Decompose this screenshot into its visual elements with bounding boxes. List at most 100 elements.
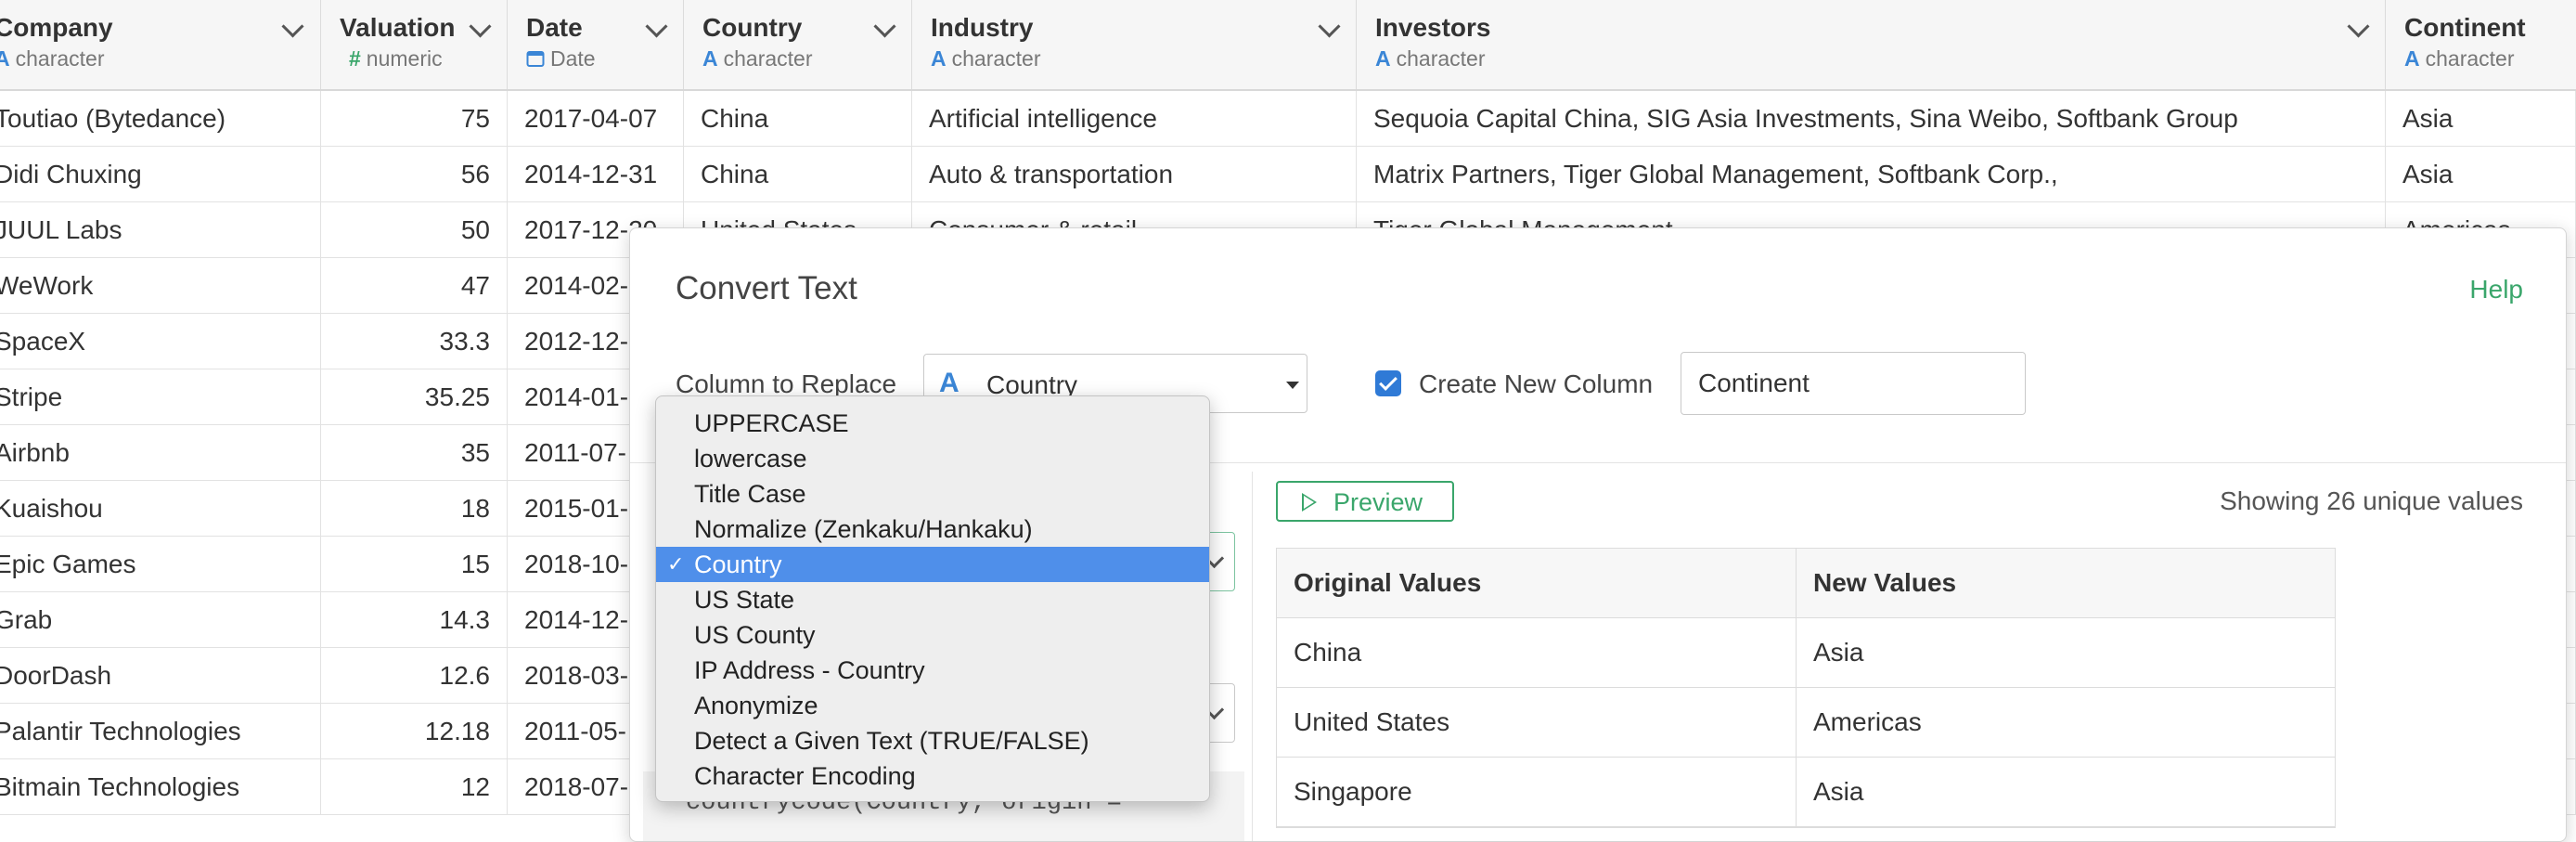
- conversion-type-menu: UPPERCASE lowercase Title Case Normalize…: [655, 395, 1210, 802]
- menu-item-label: Country: [694, 551, 782, 578]
- character-type-icon: A: [1375, 46, 1391, 71]
- cell-company[interactable]: Stripe: [0, 369, 321, 424]
- cell-investors[interactable]: Sequoia Capital China, SIG Asia Investme…: [1357, 91, 2386, 146]
- cell-valuation[interactable]: 56: [321, 147, 508, 201]
- menu-item-us-county[interactable]: US County: [656, 617, 1209, 653]
- character-type-icon: A: [702, 46, 718, 71]
- column-header-industry[interactable]: Industry Acharacter: [912, 0, 1357, 89]
- chevron-down-icon[interactable]: [1318, 15, 1341, 38]
- character-type-icon: A: [939, 368, 960, 398]
- cell-company[interactable]: Epic Games: [0, 537, 321, 591]
- column-header-investors[interactable]: Investors Acharacter: [1357, 0, 2386, 89]
- cell-company[interactable]: Bitmain Technologies: [0, 759, 321, 814]
- menu-item-anonymize[interactable]: Anonymize: [656, 688, 1209, 723]
- cell-country[interactable]: China: [684, 147, 912, 201]
- pane-divider: [1252, 472, 1253, 841]
- create-new-column-checkbox[interactable]: [1375, 370, 1401, 396]
- column-name: Date: [526, 13, 583, 42]
- menu-item-title-case[interactable]: Title Case: [656, 476, 1209, 512]
- column-type: Acharacter: [1375, 46, 1486, 71]
- cell-company[interactable]: SpaceX: [0, 314, 321, 369]
- cell-investors[interactable]: Matrix Partners, Tiger Global Management…: [1357, 147, 2386, 201]
- column-header-valuation[interactable]: Valuation # numeric: [321, 0, 508, 89]
- dialog-title: Convert Text: [676, 270, 857, 306]
- cell-valuation[interactable]: 75: [321, 91, 508, 146]
- original-value: Singapore: [1277, 758, 1797, 826]
- cell-valuation[interactable]: 14.3: [321, 592, 508, 647]
- cell-continent[interactable]: Asia: [2386, 91, 2576, 146]
- grid-header: Company Acharacter Valuation # numeric Da…: [0, 0, 2576, 91]
- column-name: Continent: [2404, 13, 2526, 42]
- cell-valuation[interactable]: 15: [321, 537, 508, 591]
- new-value: Asia: [1813, 777, 1864, 806]
- cell-company[interactable]: Didi Chuxing: [0, 147, 321, 201]
- cell-date[interactable]: 2017-04-07: [508, 91, 684, 146]
- column-header-company[interactable]: Company Acharacter: [0, 0, 321, 89]
- preview-table: Original Values New Values China Asia Un…: [1276, 548, 2336, 828]
- chevron-down-icon[interactable]: [281, 15, 304, 38]
- column-header-country[interactable]: Country Acharacter: [684, 0, 912, 89]
- column-type: Acharacter: [931, 46, 1041, 71]
- column-header-continent[interactable]: Continent Acharacter: [2386, 0, 2576, 89]
- chevron-down-icon[interactable]: [2347, 15, 2370, 38]
- new-column-name-input[interactable]: [1681, 352, 2026, 415]
- column-header-date[interactable]: Date Date: [508, 0, 684, 89]
- chevron-down-icon[interactable]: [873, 15, 896, 38]
- cell-valuation[interactable]: 47: [321, 258, 508, 313]
- cell-valuation[interactable]: 12.18: [321, 704, 508, 758]
- menu-item-character-encoding[interactable]: Character Encoding: [656, 758, 1209, 794]
- menu-item-detect-text[interactable]: Detect a Given Text (TRUE/FALSE): [656, 723, 1209, 758]
- column-name: Industry: [931, 13, 1034, 42]
- cell-valuation[interactable]: 18: [321, 481, 508, 536]
- chevron-down-icon[interactable]: [469, 15, 492, 38]
- column-type: Date: [526, 46, 596, 71]
- preview-table-header: Original Values New Values: [1277, 549, 2335, 618]
- cell-company[interactable]: DoorDash: [0, 648, 321, 703]
- original-value: China: [1277, 618, 1797, 687]
- header-new-values: New Values: [1813, 568, 1957, 597]
- cell-valuation[interactable]: 33.3: [321, 314, 508, 369]
- menu-item-lowercase[interactable]: lowercase: [656, 441, 1209, 476]
- column-name: Country: [702, 13, 803, 42]
- menu-item-uppercase[interactable]: UPPERCASE: [656, 406, 1209, 441]
- cell-valuation[interactable]: 35.25: [321, 369, 508, 424]
- cell-industry[interactable]: Artificial intelligence: [912, 91, 1357, 146]
- cell-valuation[interactable]: 12.6: [321, 648, 508, 703]
- column-type: # numeric: [349, 46, 443, 71]
- character-type-icon: A: [931, 46, 947, 71]
- checkmark-icon: ✓: [667, 552, 685, 576]
- new-value: Americas: [1813, 707, 1922, 736]
- cell-company[interactable]: WeWork: [0, 258, 321, 313]
- cell-company[interactable]: Palantir Technologies: [0, 704, 321, 758]
- cell-date[interactable]: 2014-12-31: [508, 147, 684, 201]
- cell-valuation[interactable]: 35: [321, 425, 508, 480]
- create-new-column-label: Create New Column: [1419, 369, 1654, 398]
- caret-down-icon: [1286, 382, 1299, 389]
- cell-company[interactable]: Kuaishou: [0, 481, 321, 536]
- menu-item-normalize[interactable]: Normalize (Zenkaku/Hankaku): [656, 512, 1209, 547]
- cell-country[interactable]: China: [684, 91, 912, 146]
- cell-company[interactable]: JUUL Labs: [0, 202, 321, 257]
- cell-company[interactable]: Airbnb: [0, 425, 321, 480]
- menu-item-ip-address-country[interactable]: IP Address - Country: [656, 653, 1209, 688]
- cell-industry[interactable]: Auto & transportation: [912, 147, 1357, 201]
- header-original-values: Original Values: [1277, 549, 1797, 617]
- column-name: Valuation: [340, 13, 456, 42]
- cell-continent[interactable]: Asia: [2386, 147, 2576, 201]
- cell-valuation[interactable]: 50: [321, 202, 508, 257]
- column-name: Company: [0, 13, 113, 42]
- menu-item-country[interactable]: ✓ Country: [656, 547, 1209, 582]
- help-link[interactable]: Help: [2469, 275, 2523, 304]
- menu-item-us-state[interactable]: US State: [656, 582, 1209, 617]
- cell-valuation[interactable]: 12: [321, 759, 508, 814]
- cell-company[interactable]: Grab: [0, 592, 321, 647]
- cell-company[interactable]: Toutiao (Bytedance): [0, 91, 321, 146]
- table-row: Didi Chuxing 56 2014-12-31 China Auto & tran…: [0, 147, 2576, 202]
- preview-table-row: China Asia: [1277, 618, 2335, 688]
- preview-button[interactable]: Preview: [1276, 481, 1454, 522]
- play-icon: [1302, 493, 1317, 512]
- column-type: Acharacter: [0, 46, 105, 71]
- preview-button-label: Preview: [1333, 488, 1423, 516]
- calendar-icon: [526, 51, 545, 67]
- chevron-down-icon[interactable]: [645, 15, 668, 38]
